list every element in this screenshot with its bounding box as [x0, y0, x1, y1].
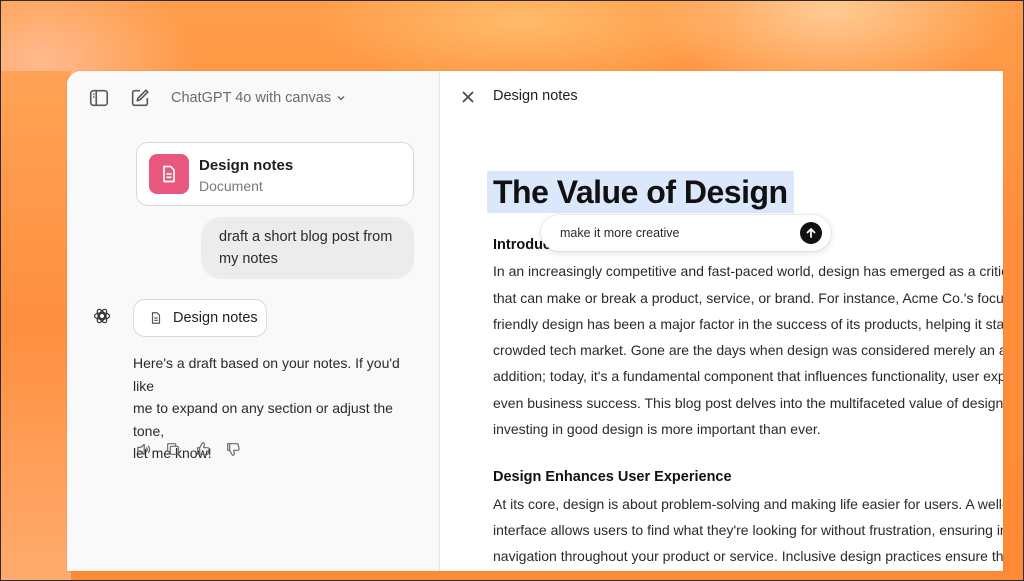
thumbs-up-icon — [197, 442, 210, 455]
message-actions — [133, 439, 243, 459]
sidebar-toggle-button[interactable] — [85, 84, 113, 112]
paragraph-line: In an increasingly competitive and fast-… — [493, 263, 1003, 279]
section-heading: Design Enhances User Experience — [493, 469, 732, 485]
inline-edit-prompt[interactable]: make it more creative — [541, 215, 831, 251]
document-card-subtitle: Document — [199, 178, 263, 194]
copy-button[interactable] — [163, 439, 183, 459]
model-selector[interactable]: ChatGPT 4o with canvas — [171, 87, 347, 109]
chevron-down-icon — [337, 95, 345, 101]
thumbs-up-button[interactable] — [193, 439, 213, 459]
document-icon — [151, 312, 161, 324]
close-canvas-button[interactable] — [454, 83, 482, 111]
new-chat-button[interactable] — [126, 84, 154, 112]
model-label: ChatGPT 4o with canvas — [171, 90, 332, 106]
user-message-line: draft a short blog post from — [219, 229, 393, 245]
paragraph-line: At its core, design is about problem-sol… — [493, 496, 1003, 512]
paragraph-line: friendly design has been a major factor … — [493, 316, 1003, 332]
paragraph-line: even business success. This blog post de… — [493, 395, 1003, 411]
paragraph-line: that can make or break a product, servic… — [493, 290, 1003, 306]
document-icon — [163, 165, 175, 183]
arrow-up-icon — [806, 228, 816, 238]
speaker-icon — [136, 443, 150, 455]
document-thumbnail — [149, 154, 189, 194]
user-message: draft a short blog post from my notes — [201, 217, 414, 279]
openai-logo-icon — [93, 308, 111, 324]
paragraph-line: investing in good design is more importa… — [493, 421, 821, 437]
canvas-title: Design notes — [493, 88, 578, 104]
thumbs-down-icon — [227, 443, 240, 456]
sidebar-toggle-icon — [89, 89, 109, 107]
thumbs-down-button[interactable] — [223, 439, 243, 459]
copy-icon — [167, 443, 179, 455]
close-icon — [462, 91, 474, 103]
user-message-line: my notes — [219, 251, 278, 267]
chat-pane: ChatGPT 4o with canvas Design notes Docu… — [67, 71, 440, 571]
paragraph-line: navigation throughout your product or se… — [493, 548, 1003, 564]
inline-prompt-text[interactable]: make it more creative — [560, 226, 679, 240]
send-button[interactable] — [800, 222, 822, 244]
assistant-message-line: me to expand on any section or adjust th… — [133, 400, 393, 439]
document-heading[interactable]: The Value of Design — [487, 171, 794, 213]
paragraph-line: interface allows users to find what they… — [493, 522, 1003, 538]
background-gradient — [1, 71, 71, 580]
screenshot-frame: ChatGPT 4o with canvas Design notes Docu… — [0, 0, 1024, 581]
app-window: ChatGPT 4o with canvas Design notes Docu… — [67, 71, 1003, 571]
new-chat-icon — [131, 89, 149, 107]
canvas-pane: Design notes The Value of Design Introdu… — [440, 71, 1003, 571]
document-card-title: Design notes — [199, 157, 294, 174]
document-card[interactable]: Design notes Document — [136, 142, 414, 206]
assistant-avatar — [89, 303, 115, 329]
document-pill-button[interactable]: Design notes — [133, 299, 267, 337]
assistant-message-line: Here's a draft based on your notes. If y… — [133, 355, 400, 394]
paragraph-line: addition; today, it's a fundamental comp… — [493, 368, 1003, 384]
read-aloud-button[interactable] — [133, 439, 153, 459]
paragraph-line: crowded tech market. Gone are the days w… — [493, 342, 1003, 358]
document-pill-label: Design notes — [173, 310, 258, 326]
